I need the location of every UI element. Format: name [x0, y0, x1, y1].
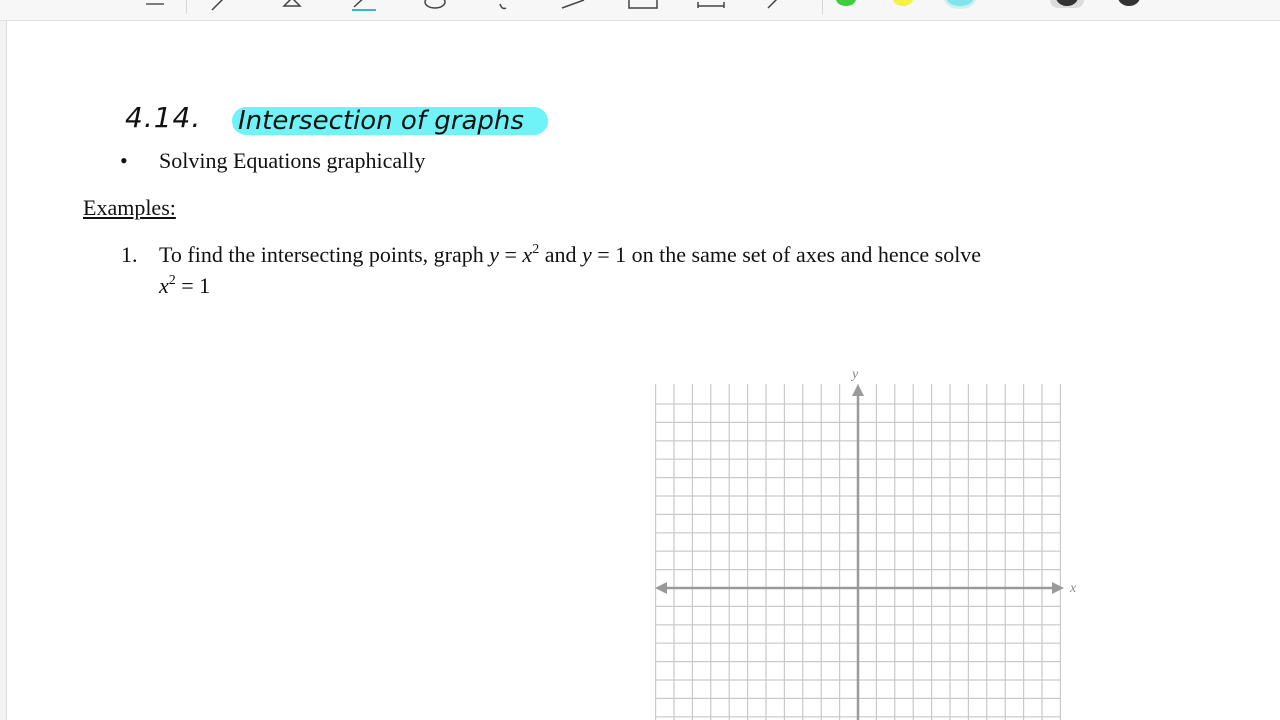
examples-label: Examples:	[83, 195, 176, 220]
color-green-swatch[interactable]	[836, 0, 856, 6]
y-axis-label: y	[850, 367, 859, 382]
lasso-icon[interactable]	[422, 0, 448, 12]
text-box-icon[interactable]	[628, 0, 658, 12]
x-axis-label: x	[1069, 581, 1077, 596]
section-number: 4.14.	[125, 101, 202, 134]
toolbar-divider	[822, 0, 823, 14]
color-cyan-swatch[interactable]	[947, 0, 973, 6]
eraser-icon[interactable]	[280, 0, 306, 12]
toolbar-divider	[186, 0, 187, 14]
shapes-icon[interactable]	[560, 0, 586, 12]
x-axis-arrow-left	[655, 582, 667, 594]
x-axis-arrow-right	[1052, 582, 1064, 594]
bullet-text: Solving Equations graphically	[159, 148, 426, 173]
drawing-toolbar	[0, 0, 1280, 21]
coordinate-grid[interactable]: x y	[640, 342, 1100, 720]
pen-icon[interactable]	[208, 0, 234, 12]
more-icon[interactable]	[762, 0, 788, 12]
color-yellow-swatch[interactable]	[893, 0, 913, 6]
question-text-line2: x2 = 1	[159, 273, 211, 298]
stroke-size-button[interactable]	[1050, 0, 1084, 8]
question-text-line1: To find the intersecting points, graph y…	[159, 242, 982, 267]
question-number: 1.	[121, 242, 138, 267]
highlighter-icon[interactable]	[350, 0, 376, 12]
axes	[655, 384, 1064, 720]
stroke-size-large-button[interactable]	[1112, 0, 1146, 8]
y-axis-arrow-up	[852, 384, 864, 396]
menu-icon[interactable]	[142, 0, 168, 12]
ruler-icon[interactable]	[696, 0, 725, 12]
bullet-marker: •	[120, 148, 128, 173]
hand-icon[interactable]	[492, 0, 518, 12]
section-title: Intersection of graphs	[232, 107, 548, 135]
